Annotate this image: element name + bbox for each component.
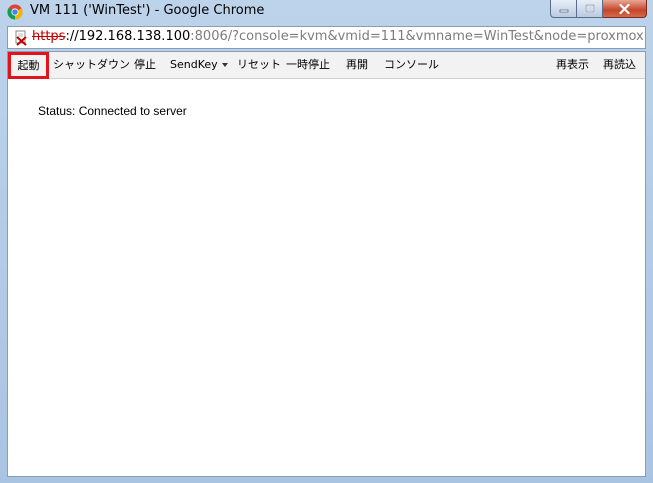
chevron-down-icon	[221, 63, 228, 67]
url-scheme: https	[32, 29, 66, 44]
window-controls	[550, 0, 647, 18]
chrome-icon	[7, 4, 23, 20]
suspend-button[interactable]: 一時停止	[286, 52, 330, 78]
reload-button[interactable]: 再読込	[603, 52, 636, 78]
minimize-icon	[559, 9, 568, 12]
url-text[interactable]: https://192.168.138.100:8006/?console=kv…	[32, 29, 644, 44]
console-toolbar: 起動 シャットダウン 停止 SendKey リセット 一時停止 再開 コンソール…	[8, 52, 645, 79]
url-host: ://192.168.138.100	[65, 29, 191, 44]
address-bar[interactable]: https://192.168.138.100:8006/?console=kv…	[7, 26, 646, 49]
minimize-button[interactable]	[550, 0, 577, 18]
title-bar[interactable]: VM 111 ('WinTest') - Google Chrome	[0, 0, 653, 24]
start-button[interactable]: 起動	[8, 52, 49, 79]
stop-button[interactable]: 停止	[134, 52, 156, 78]
console-button[interactable]: コンソール	[384, 52, 439, 78]
sendkey-label: SendKey	[170, 58, 218, 71]
refresh-button[interactable]: 再表示	[556, 52, 589, 78]
reset-button[interactable]: リセット	[237, 52, 281, 78]
sendkey-button[interactable]: SendKey	[170, 52, 228, 78]
close-button[interactable]	[603, 0, 647, 18]
insecure-lock-icon[interactable]	[13, 30, 29, 46]
url-path: :8006/?console=kvm&vmid=111&vmname=WinTe…	[190, 29, 644, 44]
page-content: 起動 シャットダウン 停止 SendKey リセット 一時停止 再開 コンソール…	[7, 51, 646, 477]
maximize-icon	[584, 4, 595, 13]
resume-button[interactable]: 再開	[346, 52, 368, 78]
browser-window: VM 111 ('WinTest') - Google Chrome https…	[0, 0, 653, 483]
maximize-button[interactable]	[577, 0, 603, 18]
close-icon	[619, 3, 630, 14]
shutdown-button[interactable]: シャットダウン	[53, 52, 130, 78]
connection-status: Status: Connected to server	[38, 104, 187, 118]
window-title: VM 111 ('WinTest') - Google Chrome	[30, 3, 265, 18]
